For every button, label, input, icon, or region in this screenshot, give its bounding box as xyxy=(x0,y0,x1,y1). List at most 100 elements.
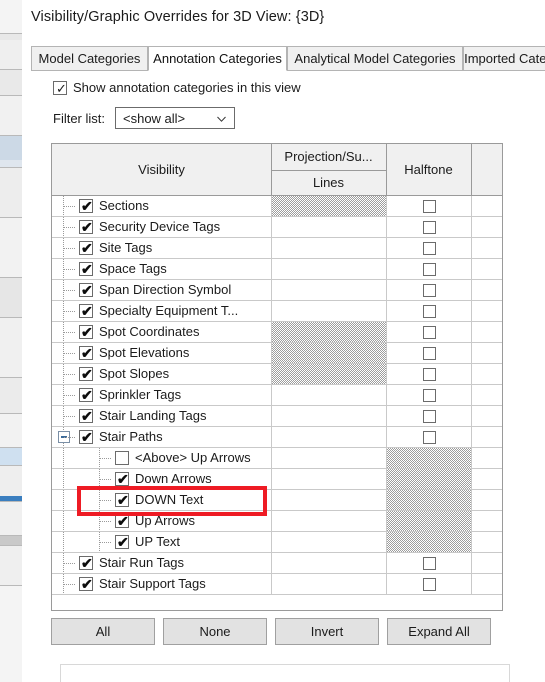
column-header-visibility[interactable]: Visibility xyxy=(52,144,271,195)
tree-connector xyxy=(64,563,76,564)
cell-separator xyxy=(386,343,387,364)
background-window-segment xyxy=(0,278,22,318)
tab-imported-categories[interactable]: Imported Categories xyxy=(463,46,545,71)
halftone-checkbox[interactable] xyxy=(423,431,436,444)
tree-guide-line xyxy=(63,490,64,511)
all-button[interactable]: All xyxy=(51,618,155,645)
cell-separator xyxy=(271,238,272,259)
visibility-checkbox[interactable]: ✔ xyxy=(79,261,93,277)
table-row[interactable]: ✔ Stair Paths xyxy=(52,427,502,448)
expand-all-button[interactable]: Expand All xyxy=(387,618,491,645)
background-window-divider xyxy=(0,69,22,70)
cell-separator xyxy=(271,427,272,448)
table-row[interactable]: ✔ Stair Support Tags xyxy=(52,574,502,595)
tree-connector xyxy=(64,206,76,207)
table-row[interactable]: ✔ Span Direction Symbol xyxy=(52,280,502,301)
visibility-checkbox[interactable]: ✔ xyxy=(79,219,93,235)
tree-connector xyxy=(64,416,76,417)
halftone-checkbox[interactable] xyxy=(423,578,436,591)
halftone-checkbox[interactable] xyxy=(423,263,436,276)
visibility-checkbox[interactable]: ✔ xyxy=(115,471,129,487)
cell-separator xyxy=(386,322,387,343)
visibility-checkbox[interactable]: ✔ xyxy=(79,576,93,592)
tab-model-categories[interactable]: Model Categories xyxy=(31,46,148,71)
visibility-checkbox[interactable]: ✔ xyxy=(79,240,93,256)
filter-list-dropdown[interactable]: <show all> xyxy=(115,107,235,129)
table-row[interactable]: ✔ Site Tags xyxy=(52,238,502,259)
lines-cell-disabled xyxy=(272,364,386,385)
visibility-checkbox[interactable]: ✔ xyxy=(79,282,93,298)
halftone-checkbox[interactable] xyxy=(423,389,436,402)
background-window-segment xyxy=(0,136,22,160)
table-row[interactable]: <Above> Up Arrows xyxy=(52,448,502,469)
cell-separator xyxy=(386,574,387,595)
table-row[interactable]: ✔ Up Arrows xyxy=(52,511,502,532)
cell-separator xyxy=(386,469,387,490)
projection-header-divider xyxy=(271,170,386,171)
background-window-divider xyxy=(0,545,22,546)
tab-analytical-model-categories[interactable]: Analytical Model Categories xyxy=(287,46,463,71)
tree-connector xyxy=(100,521,112,522)
halftone-checkbox[interactable] xyxy=(423,242,436,255)
table-row[interactable]: ✔ Down Arrows xyxy=(52,469,502,490)
invert-button[interactable]: Invert xyxy=(275,618,379,645)
table-row[interactable]: ✔ Stair Landing Tags xyxy=(52,406,502,427)
visibility-checkbox[interactable]: ✔ xyxy=(79,387,93,403)
visibility-checkbox[interactable]: ✔ xyxy=(79,408,93,424)
halftone-checkbox[interactable] xyxy=(423,410,436,423)
halftone-checkbox[interactable] xyxy=(423,200,436,213)
halftone-checkbox[interactable] xyxy=(423,305,436,318)
column-header-lines[interactable]: Lines xyxy=(271,170,386,195)
table-row[interactable]: ✔ Spot Slopes xyxy=(52,364,502,385)
show-annotation-categories-checkbox[interactable]: ✓ xyxy=(53,81,67,95)
visibility-checkbox[interactable]: ✔ xyxy=(79,198,93,214)
visibility-checkbox[interactable]: ✔ xyxy=(79,345,93,361)
column-header-projection-surface[interactable]: Projection/Su... xyxy=(271,144,386,170)
halftone-checkbox[interactable] xyxy=(423,284,436,297)
table-row[interactable]: ✔ UP Text xyxy=(52,532,502,553)
table-row[interactable]: ✔ Specialty Equipment T... xyxy=(52,301,502,322)
halftone-checkbox[interactable] xyxy=(423,221,436,234)
halftone-checkbox[interactable] xyxy=(423,326,436,339)
background-window-segment xyxy=(0,168,22,218)
category-label: Stair Landing Tags xyxy=(99,408,207,423)
table-row[interactable]: ✔ Sprinkler Tags xyxy=(52,385,502,406)
category-label: Sections xyxy=(99,198,149,213)
table-row[interactable]: ✔ Space Tags xyxy=(52,259,502,280)
cell-separator xyxy=(271,385,272,406)
cell-separator xyxy=(386,553,387,574)
table-row[interactable]: ✔ Security Device Tags xyxy=(52,217,502,238)
cell-separator xyxy=(386,364,387,385)
filter-list-label: Filter list: xyxy=(53,111,105,126)
cell-separator xyxy=(471,196,472,217)
visibility-checkbox[interactable] xyxy=(115,451,129,465)
background-window-segment xyxy=(0,96,22,136)
table-row[interactable]: ✔ Spot Elevations xyxy=(52,343,502,364)
visibility-checkbox[interactable]: ✔ xyxy=(79,324,93,340)
visibility-checkbox[interactable]: ✔ xyxy=(115,534,129,550)
halftone-checkbox[interactable] xyxy=(423,557,436,570)
visibility-checkbox[interactable]: ✔ xyxy=(79,429,93,445)
visibility-checkbox[interactable]: ✔ xyxy=(115,492,129,508)
table-row[interactable]: ✔ DOWN Text xyxy=(52,490,502,511)
cell-separator xyxy=(271,490,272,511)
column-header-blank xyxy=(471,144,502,195)
halftone-checkbox[interactable] xyxy=(423,347,436,360)
visibility-checkbox[interactable]: ✔ xyxy=(79,303,93,319)
cell-separator xyxy=(471,364,472,385)
visibility-checkbox[interactable]: ✔ xyxy=(115,513,129,529)
tab-annotation-categories[interactable]: Annotation Categories xyxy=(148,46,287,71)
visibility-checkbox[interactable]: ✔ xyxy=(79,555,93,571)
cell-separator xyxy=(471,280,472,301)
halftone-checkbox[interactable] xyxy=(423,368,436,381)
table-row[interactable]: ✔ Sections xyxy=(52,196,502,217)
column-header-halftone[interactable]: Halftone xyxy=(386,144,471,195)
none-button[interactable]: None xyxy=(163,618,267,645)
table-row[interactable]: ✔ Stair Run Tags xyxy=(52,553,502,574)
checkmark-icon: ✔ xyxy=(81,408,93,424)
visibility-checkbox[interactable]: ✔ xyxy=(79,366,93,382)
table-row[interactable]: ✔ Spot Coordinates xyxy=(52,322,502,343)
button-label: Invert xyxy=(310,624,344,639)
cell-separator xyxy=(271,532,272,553)
bottom-input-field[interactable] xyxy=(60,664,510,682)
